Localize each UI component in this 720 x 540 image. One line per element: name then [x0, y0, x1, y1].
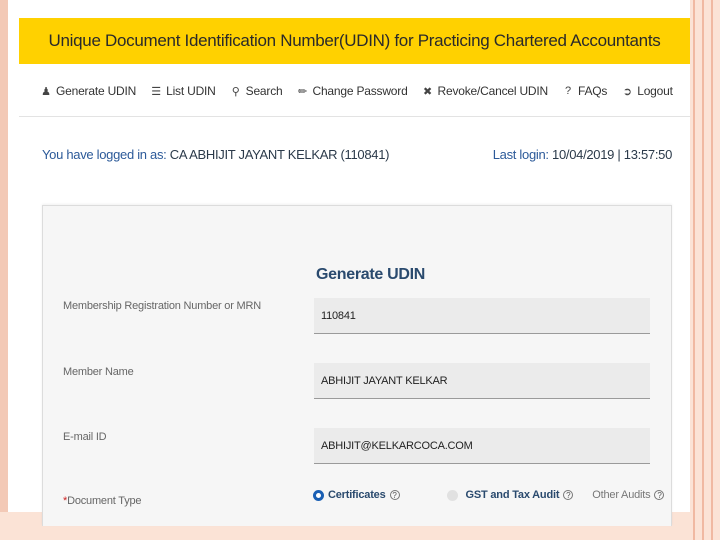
nav-logout[interactable]: ➲ Logout — [621, 84, 673, 98]
nav-search[interactable]: ⚲ Search — [230, 84, 283, 98]
member-name-value: ABHIJIT JAYANT KELKAR — [321, 374, 448, 387]
form-title: Generate UDIN — [316, 266, 426, 283]
nav-search-label: Search — [245, 84, 283, 98]
document-type-label-text: Document Type — [67, 495, 142, 507]
radio-certificates-label: Certificates — [328, 489, 386, 501]
member-name-label: Member Name — [63, 366, 134, 378]
document-type-options: Certificates ? GST and Tax Audit ? Other… — [313, 486, 665, 504]
radio-other-audits-label: Other Audits — [592, 489, 651, 501]
logout-icon: ➲ — [622, 85, 632, 98]
info-icon[interactable]: ? — [563, 490, 574, 500]
logged-in-user: CA ABHIJIT JAYANT KELKAR (110841) — [169, 147, 390, 162]
radio-gst-tax-audit[interactable]: GST and Tax Audit ? — [446, 489, 574, 501]
info-icon[interactable]: ? — [654, 490, 665, 500]
mrn-field[interactable]: 110841 — [314, 298, 650, 334]
document-type-label: *Document Type — [63, 495, 142, 507]
nav-faqs[interactable]: ? FAQs — [562, 84, 607, 98]
nav-list-udin-label: List UDIN — [166, 84, 216, 98]
radio-gst-tax-audit-label: GST and Tax Audit — [465, 489, 560, 501]
help-icon: ? — [565, 85, 571, 97]
nav-change-password-label: Change Password — [312, 84, 408, 98]
member-name-field[interactable]: ABHIJIT JAYANT KELKAR — [314, 363, 650, 399]
radio-certificates[interactable]: Certificates ? — [313, 489, 400, 501]
logged-in-label: You have logged in as: — [42, 147, 167, 162]
nav-logout-label: Logout — [637, 84, 673, 98]
nav-revoke-cancel-udin[interactable]: ✖ Revoke/Cancel UDIN — [422, 84, 548, 98]
radio-other-audits[interactable]: Other Audits ? — [592, 489, 665, 501]
nav-divider — [19, 116, 690, 117]
radio-selected-icon — [313, 489, 324, 501]
nav-generate-udin-label: Generate UDIN — [56, 84, 137, 98]
nav-faqs-label: FAQs — [578, 84, 608, 98]
email-value: ABHIJIT@KELKARCOCA.COM — [321, 439, 473, 452]
app-title-banner: Unique Document Identification Number(UD… — [19, 18, 690, 64]
slide-frame-right — [690, 0, 720, 540]
info-icon[interactable]: ? — [389, 490, 400, 500]
list-icon: ☰ — [151, 85, 161, 98]
nav-list-udin[interactable]: ☰ List UDIN — [150, 84, 216, 98]
search-icon: ⚲ — [231, 85, 240, 98]
last-login-label: Last login: — [492, 147, 549, 162]
user-plus-icon: ♟ — [41, 85, 51, 98]
last-login-value: 10/04/2019 | 13:57:50 — [552, 147, 672, 162]
slide-frame-left — [0, 0, 8, 540]
key-icon: ✏ — [297, 85, 307, 98]
radio-unselected-icon — [446, 489, 458, 501]
nav-change-password[interactable]: ✏ Change Password — [296, 84, 408, 98]
cancel-icon: ✖ — [423, 85, 433, 98]
email-label: E-mail ID — [63, 431, 107, 443]
mrn-label: Membership Registration Number or MRN — [63, 300, 261, 312]
last-login-info: Last login: 10/04/2019 | 13:57:50 — [492, 147, 673, 162]
nav-revoke-cancel-udin-label: Revoke/Cancel UDIN — [437, 84, 549, 98]
email-field[interactable]: ABHIJIT@KELKARCOCA.COM — [314, 428, 650, 464]
main-nav: ♟ Generate UDIN ☰ List UDIN ⚲ Search ✏ C… — [40, 80, 673, 102]
nav-generate-udin[interactable]: ♟ Generate UDIN — [40, 84, 136, 98]
app-title: Unique Document Identification Number(UD… — [48, 31, 661, 50]
login-info: You have logged in as: CA ABHIJIT JAYANT… — [42, 147, 389, 162]
mrn-value: 110841 — [321, 309, 356, 322]
